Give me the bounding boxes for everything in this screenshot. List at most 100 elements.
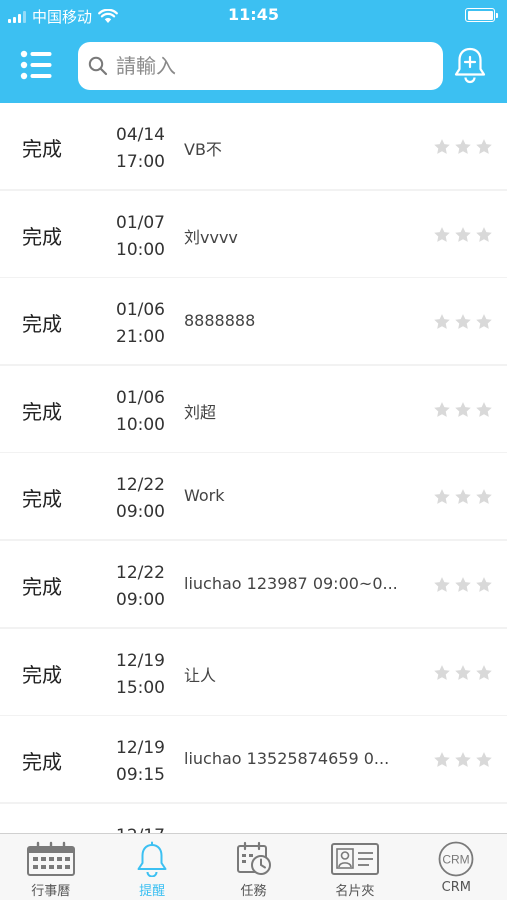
reminder-time: 10:00 [116,239,165,260]
reminder-date: 01/06 [116,387,165,408]
tab-bar: 行事曆 提醒 任務 名片夾 CRM CRM [0,833,507,900]
star-icon[interactable] [475,664,493,682]
reminder-row[interactable]: 完成 12/22 09:00 liuchao 123987 09:00~0... [0,540,507,627]
reminder-row[interactable]: 12/17 [0,803,507,833]
reminder-date: 04/14 [116,125,165,145]
reminder-row[interactable]: 完成 12/19 15:00 让人 [0,628,507,715]
priority-stars[interactable] [433,488,493,506]
list-menu-icon [20,50,52,80]
reminder-time: 21:00 [116,327,165,348]
reminder-datetime: 04/14 17:00 [116,122,165,176]
tab-business-cards[interactable]: 名片夾 [304,834,405,900]
star-icon[interactable] [454,138,472,156]
reminder-row[interactable]: 完成 12/19 09:15 liuchao 13525874659 0... [0,716,507,803]
star-icon[interactable] [454,751,472,769]
tab-label: 任務 [240,884,267,899]
tab-crm[interactable]: CRM CRM [406,834,507,900]
search-icon [88,56,108,76]
star-icon[interactable] [475,751,493,769]
tab-reminder[interactable]: 提醒 [101,834,202,900]
reminder-time: 09:00 [116,589,165,610]
bell-add-icon [454,47,486,84]
priority-stars[interactable] [433,751,493,769]
star-icon[interactable] [475,576,493,594]
reminder-title: liuchao 123987 09:00~0... [184,573,398,593]
add-reminder-button[interactable] [452,46,488,86]
reminder-row[interactable]: 完成 01/06 10:00 刘超 [0,365,507,452]
reminder-status: 完成 [22,137,62,161]
star-icon[interactable] [454,576,472,594]
reminder-date: 12/17 [116,823,165,833]
tab-label: 名片夾 [335,884,375,899]
search-bar[interactable] [78,42,443,90]
reminder-status: 完成 [22,662,62,687]
reminder-status: 完成 [22,487,62,512]
tab-label: CRM [441,880,471,895]
priority-stars[interactable] [433,226,493,244]
tab-label: 行事曆 [31,884,71,899]
search-input[interactable] [116,54,416,78]
star-icon[interactable] [454,664,472,682]
crm-icon: CRM [438,841,474,877]
tab-tasks[interactable]: 任務 [203,834,304,900]
menu-button[interactable] [18,48,56,82]
reminder-time: 09:15 [116,765,165,786]
reminder-status: 完成 [22,750,62,775]
reminder-status: 完成 [22,224,62,249]
star-icon[interactable] [475,226,493,244]
reminder-row[interactable]: 完成 12/22 09:00 Work [0,453,507,540]
star-icon[interactable] [475,488,493,506]
reminder-list[interactable]: 完成 04/14 17:00 VB不 完成 01/07 10:00 刘vvvv … [0,103,507,833]
reminder-title: VB不 [184,140,222,159]
reminder-row[interactable]: 完成 01/07 10:00 刘vvvv [0,190,507,277]
reminder-row[interactable]: 完成 04/14 17:00 VB不 [0,103,507,189]
crm-icon-text: CRM [443,853,470,867]
reminder-title: Work [184,486,225,506]
reminder-status: 完成 [22,574,62,599]
star-icon[interactable] [454,313,472,331]
reminder-date: 12/22 [116,475,165,496]
star-icon[interactable] [433,313,451,331]
reminder-datetime: 12/19 15:00 [116,648,165,702]
priority-stars[interactable] [433,401,493,419]
star-icon[interactable] [454,488,472,506]
reminder-title: liuchao 13525874659 0... [184,749,390,769]
reminder-datetime: 12/22 09:00 [116,560,165,614]
battery-icon [465,8,498,22]
priority-stars[interactable] [433,138,493,156]
status-bar: 中国移动 11:45 [0,0,507,30]
reminder-date: 12/19 [116,738,165,759]
star-icon[interactable] [475,313,493,331]
reminder-title: 8888888 [184,311,256,331]
reminder-datetime: 01/06 10:00 [116,385,165,439]
calendar-icon [26,841,75,876]
reminder-datetime: 12/17 [116,823,165,833]
star-icon[interactable] [475,401,493,419]
priority-stars[interactable] [433,664,493,682]
star-icon[interactable] [454,401,472,419]
reminder-time: 10:00 [116,414,165,435]
star-icon[interactable] [433,138,451,156]
star-icon[interactable] [433,401,451,419]
star-icon[interactable] [475,138,493,156]
reminder-title: 刘vvvv [184,227,238,247]
star-icon[interactable] [433,576,451,594]
star-icon[interactable] [454,226,472,244]
priority-stars[interactable] [433,313,493,331]
reminder-datetime: 12/22 09:00 [116,472,165,526]
star-icon[interactable] [433,226,451,244]
reminder-title: 刘超 [184,402,217,422]
star-icon[interactable] [433,488,451,506]
reminder-date: 12/22 [116,562,165,583]
priority-stars[interactable] [433,576,493,594]
star-icon[interactable] [433,751,451,769]
task-clock-icon [236,841,271,875]
reminder-row[interactable]: 完成 01/06 21:00 8888888 [0,278,507,365]
nav-bar [0,30,507,103]
reminder-status: 完成 [22,312,62,337]
tab-calendar[interactable]: 行事曆 [0,834,101,900]
reminder-datetime: 01/07 10:00 [116,210,165,264]
reminder-date: 12/19 [116,650,165,671]
star-icon[interactable] [433,664,451,682]
business-card-icon [330,843,379,875]
